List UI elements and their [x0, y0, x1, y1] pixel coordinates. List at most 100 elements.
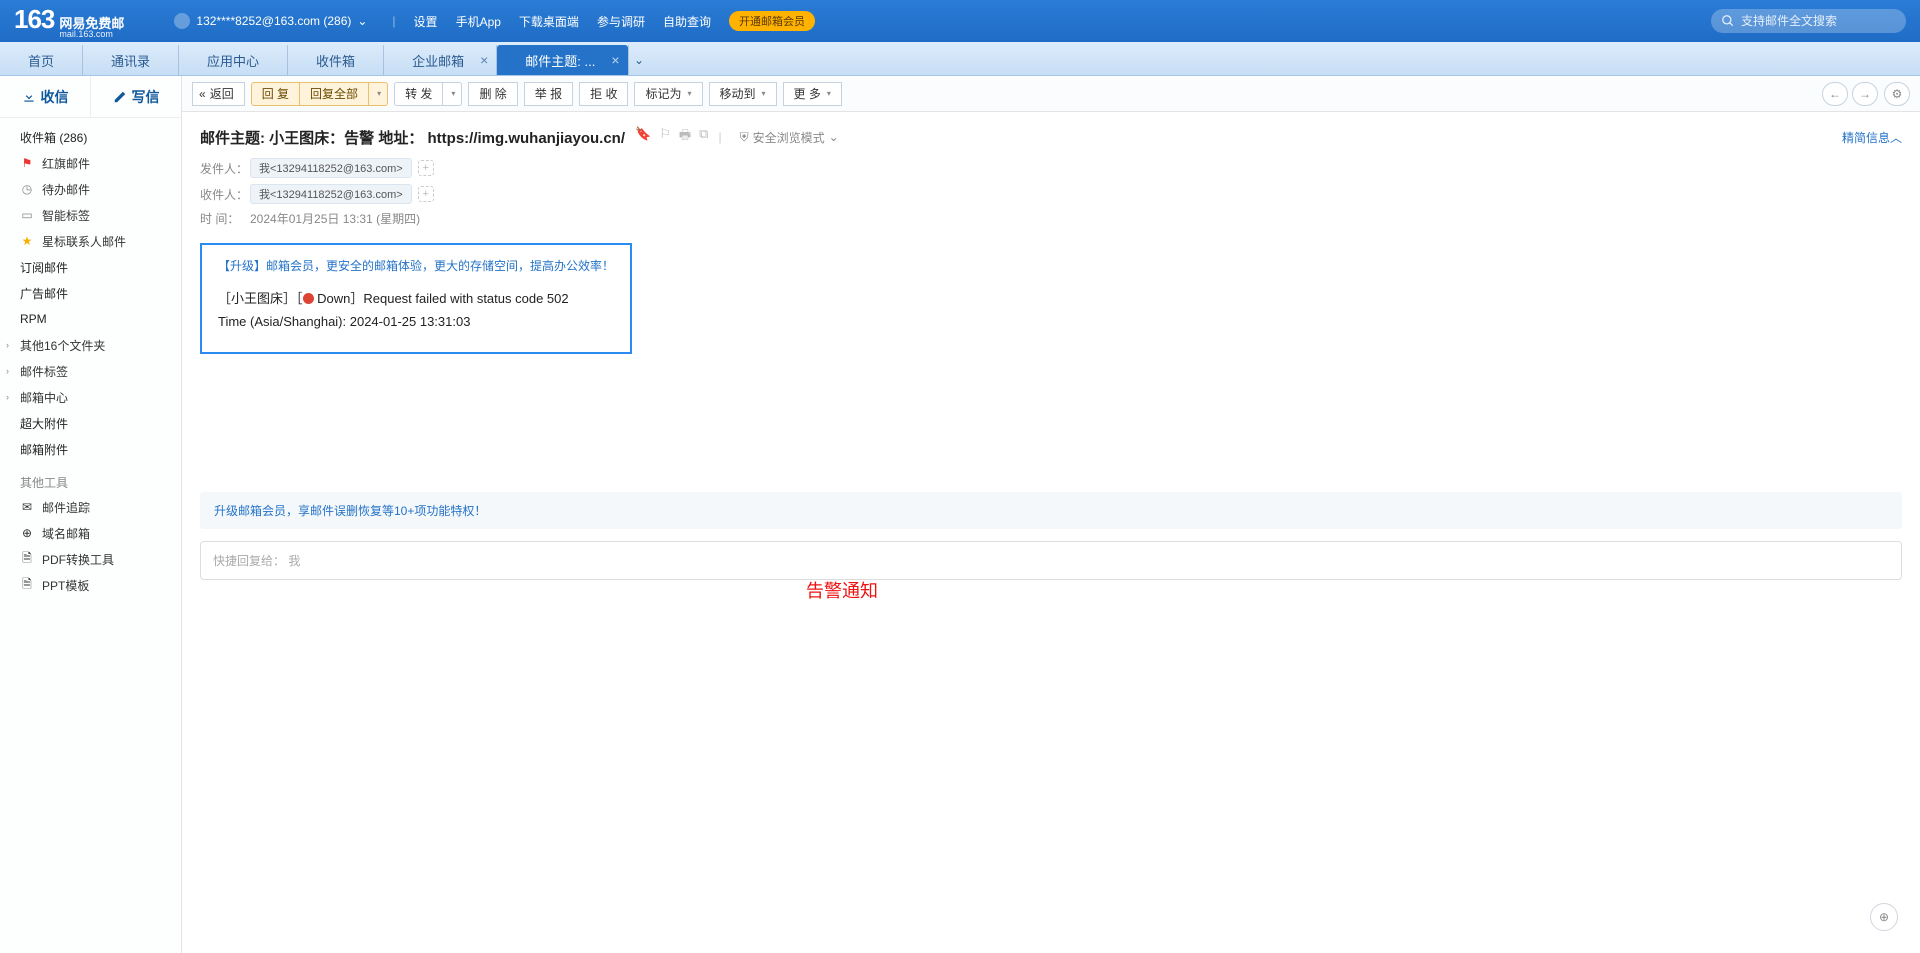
sidebar-todo[interactable]: ◷待办邮件 [0, 176, 181, 202]
sidebar-starred[interactable]: ★星标联系人邮件 [0, 228, 181, 254]
receive-button[interactable]: 收信 [0, 76, 90, 117]
prev-mail-button[interactable]: ← [1822, 82, 1848, 106]
tab-contacts[interactable]: 通讯录 [83, 45, 179, 75]
more-dropdown[interactable]: 更 多▾ [783, 82, 842, 106]
annotation-label: 告警通知 [806, 577, 878, 603]
logo-cn: 网易免费邮 [59, 17, 124, 30]
nav-tabs: 首页 通讯录 应用中心 收件箱 企业邮箱× 邮件主题: ...× ⌄ [0, 42, 1920, 76]
footer-upgrade-notice[interactable]: 升级邮箱会员，享邮件误删恢复等10+项功能特权！ [200, 492, 1902, 529]
sidebar-track[interactable]: ✉邮件追踪 [0, 494, 181, 520]
mark-as-dropdown[interactable]: 标记为▾ [634, 82, 702, 106]
sidebar-section-other-tools: 其他工具 [0, 470, 181, 494]
chevron-down-icon: ▾ [827, 89, 831, 98]
chevron-up-icon: ︿ [1890, 131, 1902, 145]
from-pill[interactable]: 我<13294118252@163.com> [250, 158, 412, 178]
bookmark-icon[interactable]: 🔖 [635, 126, 651, 148]
tab-apps[interactable]: 应用中心 [179, 45, 288, 75]
chevron-down-icon: ▾ [762, 89, 766, 98]
tab-home[interactable]: 首页 [0, 45, 83, 75]
reply-button[interactable]: 回 复 [251, 82, 300, 106]
user-account-dropdown[interactable]: 132****8252@163.com (286) ⌄ [174, 13, 367, 29]
delete-button[interactable]: 删 除 [468, 82, 517, 106]
sidebar-subscribe[interactable]: 订阅邮件 [0, 254, 181, 280]
sidebar-smart-tags[interactable]: ▭智能标签 [0, 202, 181, 228]
settings-gear-button[interactable]: ⚙ [1884, 82, 1910, 106]
forward-dropdown[interactable]: ▾ [443, 82, 462, 106]
move-to-dropdown[interactable]: 移动到▾ [709, 82, 777, 106]
sidebar-top: 收信 写信 [0, 76, 181, 118]
sidebar-other-folders[interactable]: ›其他16个文件夹 [0, 332, 181, 358]
sidebar-domain[interactable]: ⊕域名邮箱 [0, 520, 181, 546]
link-settings[interactable]: 设置 [414, 13, 438, 30]
add-contact-button[interactable]: + [418, 160, 434, 176]
reply-all-button[interactable]: 回复全部 [300, 82, 369, 106]
reply-dropdown[interactable]: ▾ [369, 82, 388, 106]
sidebar: 收信 写信 收件箱 (286) ⚑红旗邮件 ◷待办邮件 ▭智能标签 ★星标联系人… [0, 76, 182, 953]
vip-button[interactable]: 开通邮箱会员 [729, 11, 815, 31]
sidebar-mail-tags[interactable]: ›邮件标签 [0, 358, 181, 384]
quick-reply-input[interactable]: 快捷回复给： 我 [200, 541, 1902, 580]
simple-info-toggle[interactable]: 精简信息︿ [1842, 129, 1902, 146]
gear-icon: ⚙ [1892, 87, 1903, 101]
top-bar: 163 网易免费邮 mail.163.com 132****8252@163.c… [0, 0, 1920, 42]
sidebar-big-attach[interactable]: 超大附件 [0, 410, 181, 436]
zoom-icon: ⊕ [1879, 910, 1889, 924]
sidebar-mail-attach[interactable]: 邮箱附件 [0, 436, 181, 462]
close-icon[interactable]: × [480, 52, 488, 68]
tab-inbox[interactable]: 收件箱 [288, 45, 384, 75]
to-pill[interactable]: 我<13294118252@163.com> [250, 184, 412, 204]
star-icon: ★ [20, 234, 34, 248]
float-zoom-button[interactable]: ⊕ [1870, 903, 1898, 931]
chevron-down-icon: ▾ [687, 89, 691, 98]
sidebar-ppt[interactable]: 🗎PPT模板 [0, 572, 181, 598]
next-mail-button[interactable]: → [1852, 82, 1878, 106]
upgrade-notice[interactable]: 【升级】邮箱会员，更安全的邮箱体验，更大的存储空间，提高办公效率！ [218, 257, 614, 274]
pdf-icon: 🗎 [20, 549, 34, 570]
search-input[interactable] [1741, 14, 1896, 28]
link-survey[interactable]: 参与调研 [597, 13, 645, 30]
sidebar-flagged[interactable]: ⚑红旗邮件 [0, 150, 181, 176]
time-label: 时 间： [200, 210, 250, 227]
sidebar-ads[interactable]: 广告邮件 [0, 280, 181, 306]
logo[interactable]: 163 网易免费邮 mail.163.com [14, 4, 124, 39]
reject-button[interactable]: 拒 收 [579, 82, 628, 106]
link-selfservice[interactable]: 自助查询 [663, 13, 711, 30]
avatar-icon [174, 13, 190, 29]
tab-enterprise[interactable]: 企业邮箱× [384, 45, 497, 75]
sidebar-pdf[interactable]: 🗎PDF转换工具 [0, 546, 181, 572]
back-icon: « [199, 87, 206, 101]
report-button[interactable]: 举 报 [524, 82, 573, 106]
chevron-down-icon: ⌄ [634, 53, 644, 67]
back-button[interactable]: «返回 [192, 82, 245, 106]
print-icon[interactable]: 🖶 [679, 126, 691, 148]
chevron-down-icon: ⌄ [357, 14, 367, 28]
close-icon[interactable]: × [611, 52, 619, 68]
download-icon [22, 90, 36, 104]
add-recipient-button[interactable]: + [418, 186, 434, 202]
forward-button[interactable]: 转 发 [394, 82, 443, 106]
tabs-dropdown[interactable]: ⌄ [628, 45, 650, 75]
arrow-left-icon: ← [1829, 87, 1841, 101]
logo-163: 163 [14, 4, 54, 35]
mail-time: 2024年01月25日 13:31 (星期四) [250, 210, 420, 227]
chevron-down-icon: ▾ [377, 89, 381, 98]
sidebar-inbox[interactable]: 收件箱 (286) [0, 124, 181, 150]
chevron-right-icon: › [6, 366, 9, 376]
compose-button[interactable]: 写信 [90, 76, 181, 117]
chevron-down-icon: ▾ [451, 89, 455, 98]
status-down-icon [303, 293, 314, 304]
chevron-down-icon: ⌄ [829, 130, 839, 144]
window-icon[interactable]: ⧉ [699, 126, 708, 148]
sidebar-rpm[interactable]: RPM [0, 306, 181, 332]
flag-icon[interactable]: ⚐ [659, 126, 671, 148]
link-mobile-app[interactable]: 手机App [456, 13, 501, 30]
tab-mail-subject[interactable]: 邮件主题: ...× [497, 45, 627, 75]
user-email: 132****8252@163.com (286) [196, 14, 351, 28]
chevron-right-icon: › [6, 340, 9, 350]
link-desktop[interactable]: 下载桌面端 [519, 13, 579, 30]
search-box[interactable] [1711, 9, 1906, 33]
separator: | [392, 14, 395, 28]
sidebar-mail-center[interactable]: ›邮箱中心 [0, 384, 181, 410]
safe-mode-dropdown[interactable]: ⛨ 安全浏览模式 ⌄ [740, 129, 839, 146]
tag-icon: ▭ [20, 208, 34, 222]
